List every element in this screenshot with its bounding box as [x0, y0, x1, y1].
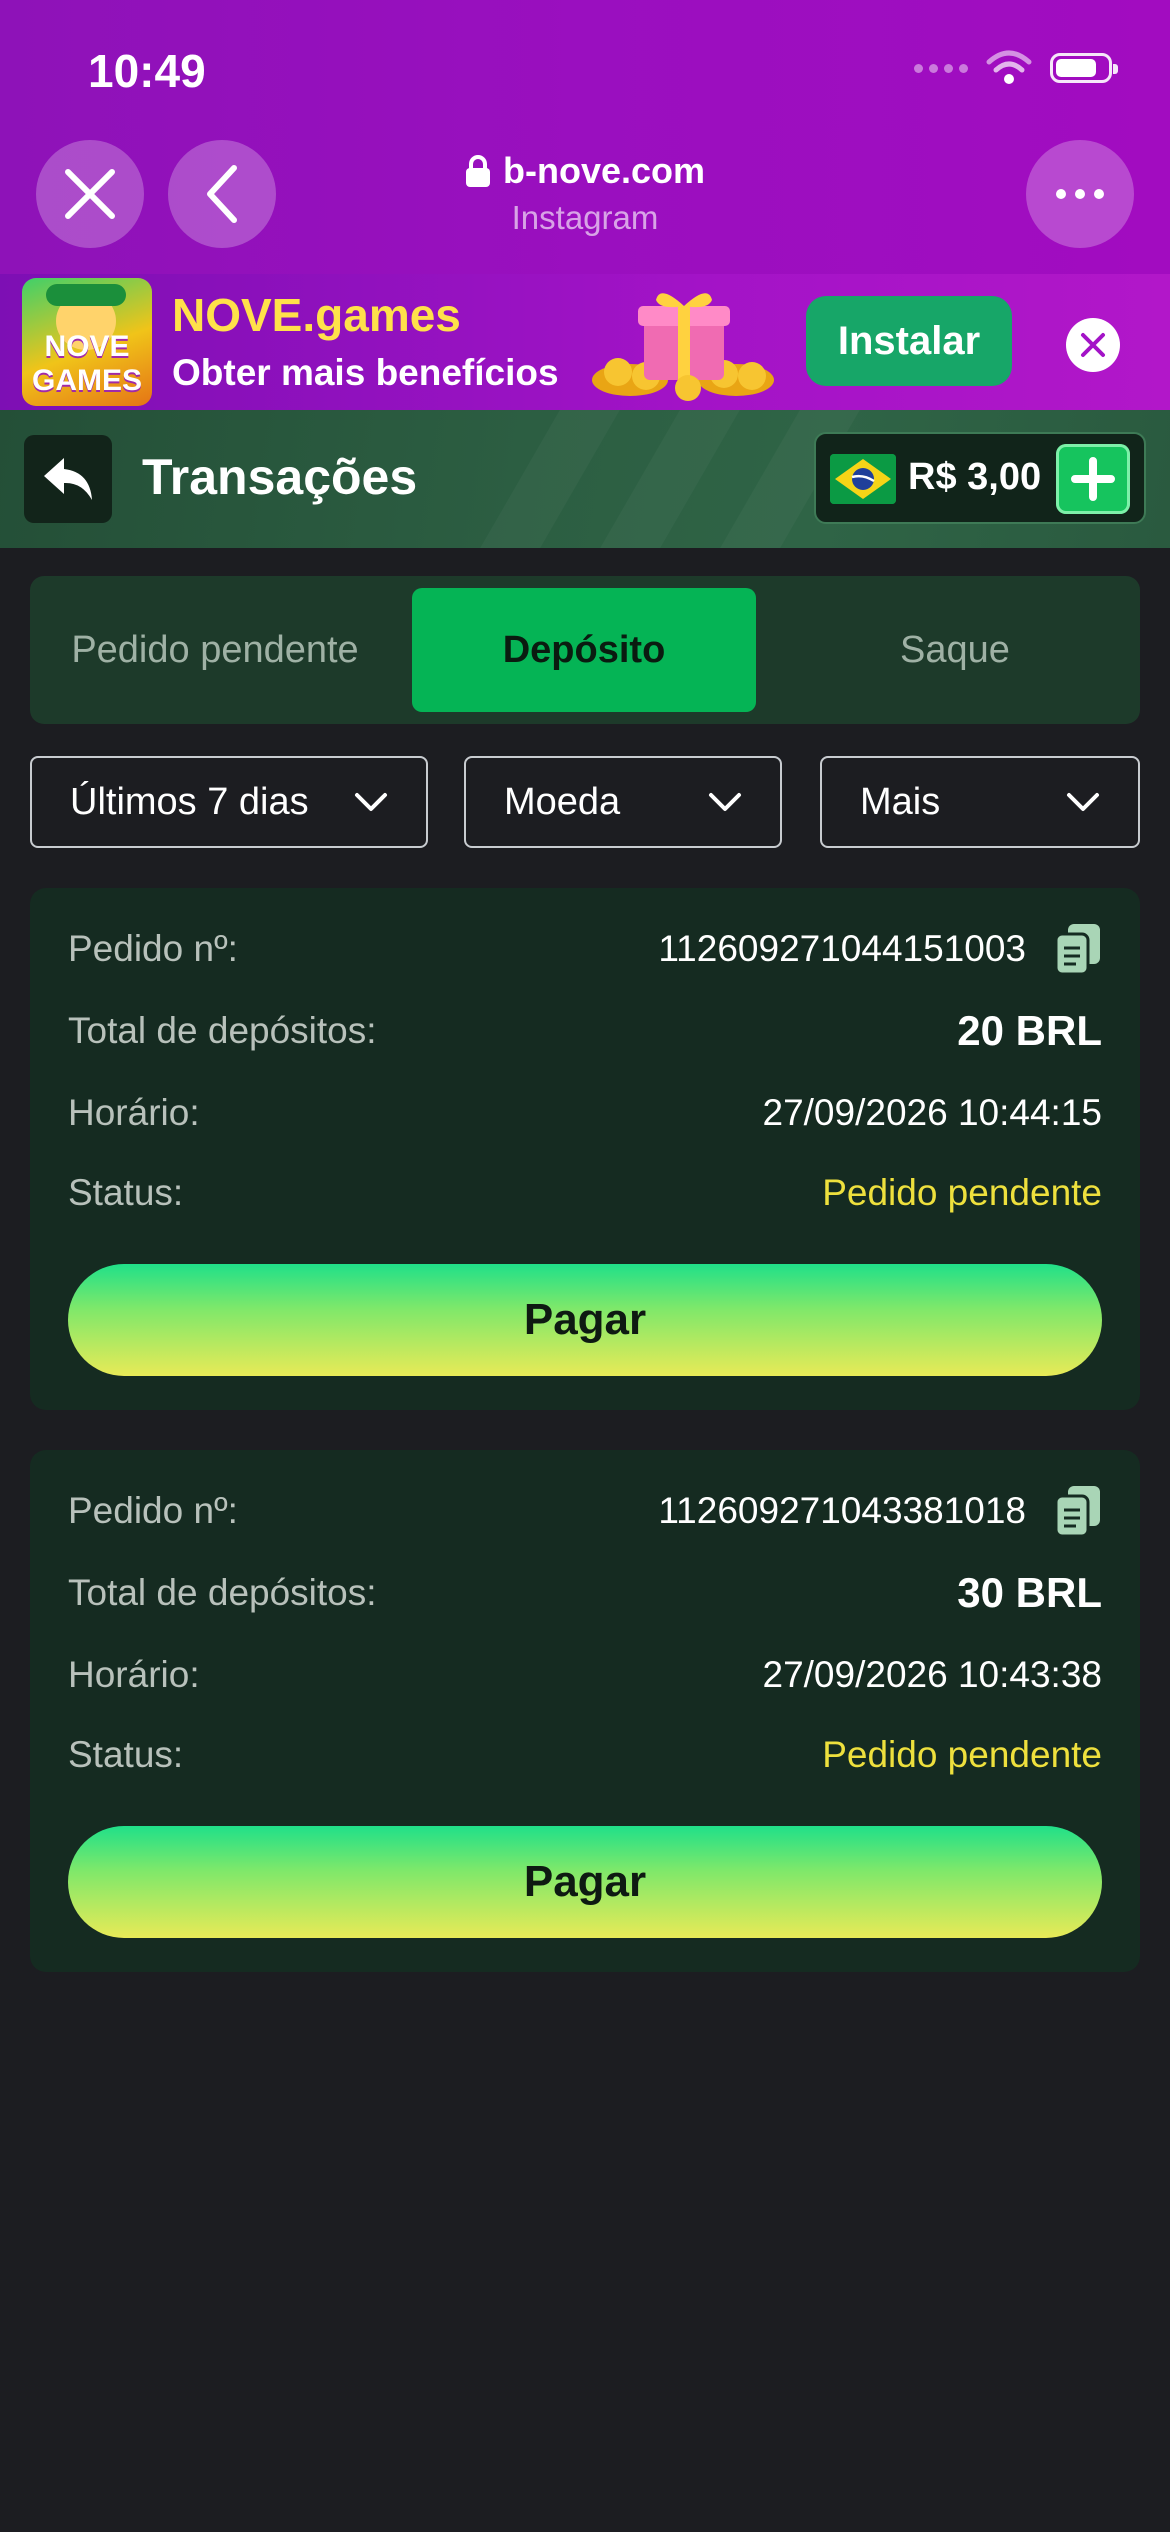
time-label: Horário:	[68, 1092, 200, 1133]
currency-label: Moeda	[504, 780, 621, 823]
tab-withdraw[interactable]: Saque	[770, 588, 1140, 712]
status-badge: Pedido pendente	[822, 1172, 1102, 1213]
status-time: 10:49	[88, 45, 206, 97]
app-icon-text: NOVE GAMES	[31, 330, 142, 397]
status-row: Status: Pedido pendente	[68, 1168, 1102, 1218]
total-value: 30 BRL	[957, 1569, 1102, 1616]
tab-pending[interactable]: Pedido pendente	[30, 588, 400, 712]
back-arrow-icon	[44, 458, 92, 500]
total-label: Total de depósitos:	[68, 1572, 377, 1613]
tab-deposit[interactable]: Depósito	[412, 588, 756, 712]
pay-button[interactable]: Pagar	[68, 1826, 1102, 1938]
url-bar[interactable]: b-nove.com Instagram	[0, 150, 1170, 237]
date-range-label: Últimos 7 dias	[70, 780, 309, 823]
order-label: Pedido nº:	[68, 928, 238, 969]
chevron-down-icon	[709, 793, 741, 811]
balance-amount: R$ 3,00	[908, 456, 1042, 498]
pay-button[interactable]: Pagar	[68, 1264, 1102, 1376]
more-filter[interactable]: Mais	[820, 756, 1140, 848]
browser-more-button[interactable]	[1026, 140, 1134, 248]
copy-icon[interactable]	[1054, 922, 1102, 976]
page-title: Transações	[142, 449, 418, 505]
plus-icon	[1071, 457, 1115, 501]
add-balance-button[interactable]	[1056, 444, 1130, 514]
balance-widget: R$ 3,00	[814, 432, 1146, 524]
banner-title: NOVE.games	[172, 289, 461, 341]
close-icon	[1081, 333, 1105, 357]
total-label: Total de depósitos:	[68, 1010, 377, 1051]
lock-icon	[465, 155, 490, 187]
signal-icon	[914, 63, 968, 73]
status-icons	[914, 50, 1118, 86]
chevron-down-icon	[355, 793, 387, 811]
status-row: Status: Pedido pendente	[68, 1730, 1102, 1780]
copy-icon[interactable]	[1054, 1484, 1102, 1538]
time-value: 27/09/2026 10:43:38	[762, 1654, 1103, 1695]
order-row: Pedido nº: 112609271044151003	[68, 922, 1102, 976]
total-row: Total de depósitos: 20 BRL	[68, 1006, 1102, 1056]
total-value: 20 BRL	[957, 1007, 1102, 1054]
transaction-card: Pedido nº: 112609271044151003 Total de d…	[30, 888, 1140, 1410]
url-source: Instagram	[511, 199, 659, 236]
status-label: Status:	[68, 1734, 184, 1775]
chevron-down-icon	[1067, 793, 1099, 811]
date-range-filter[interactable]: Últimos 7 dias	[30, 756, 428, 848]
battery-icon	[1050, 53, 1118, 83]
status-label: Status:	[68, 1172, 184, 1213]
time-label: Horário:	[68, 1654, 200, 1695]
transaction-card: Pedido nº: 112609271043381018 Total de d…	[30, 1450, 1140, 1972]
time-row: Horário: 27/09/2026 10:43:38	[68, 1650, 1102, 1700]
page-header: Transações R$ 3,00	[0, 410, 1170, 548]
transaction-tabs: Pedido pendente Depósito Saque	[30, 576, 1140, 724]
more-horizontal-icon	[1056, 189, 1104, 199]
total-row: Total de depósitos: 30 BRL	[68, 1568, 1102, 1618]
brazil-flag-icon	[830, 454, 896, 504]
install-button[interactable]: Instalar	[806, 296, 1012, 386]
order-label: Pedido nº:	[68, 1490, 238, 1531]
url-domain: b-nove.com	[502, 150, 706, 191]
time-row: Horário: 27/09/2026 10:44:15	[68, 1088, 1102, 1138]
browser-chrome: 10:49 b-nove.com Instagram	[0, 0, 1170, 274]
wifi-icon	[986, 50, 1032, 84]
back-button[interactable]	[24, 435, 112, 523]
order-number: 112609271044151003	[658, 928, 1026, 969]
order-number: 112609271043381018	[658, 1490, 1026, 1531]
more-label: Mais	[860, 780, 941, 823]
banner-subtitle: Obter mais benefícios	[172, 352, 559, 393]
install-banner: NOVE GAMES NOVE.games Obter mais benefíc…	[0, 274, 1170, 410]
order-row: Pedido nº: 112609271043381018	[68, 1484, 1102, 1538]
gift-coins-icon	[592, 293, 774, 401]
banner-close-button[interactable]	[1066, 318, 1120, 372]
status-badge: Pedido pendente	[822, 1734, 1102, 1775]
app-icon: NOVE GAMES	[22, 278, 152, 406]
currency-filter[interactable]: Moeda	[464, 756, 782, 848]
time-value: 27/09/2026 10:44:15	[762, 1092, 1103, 1133]
